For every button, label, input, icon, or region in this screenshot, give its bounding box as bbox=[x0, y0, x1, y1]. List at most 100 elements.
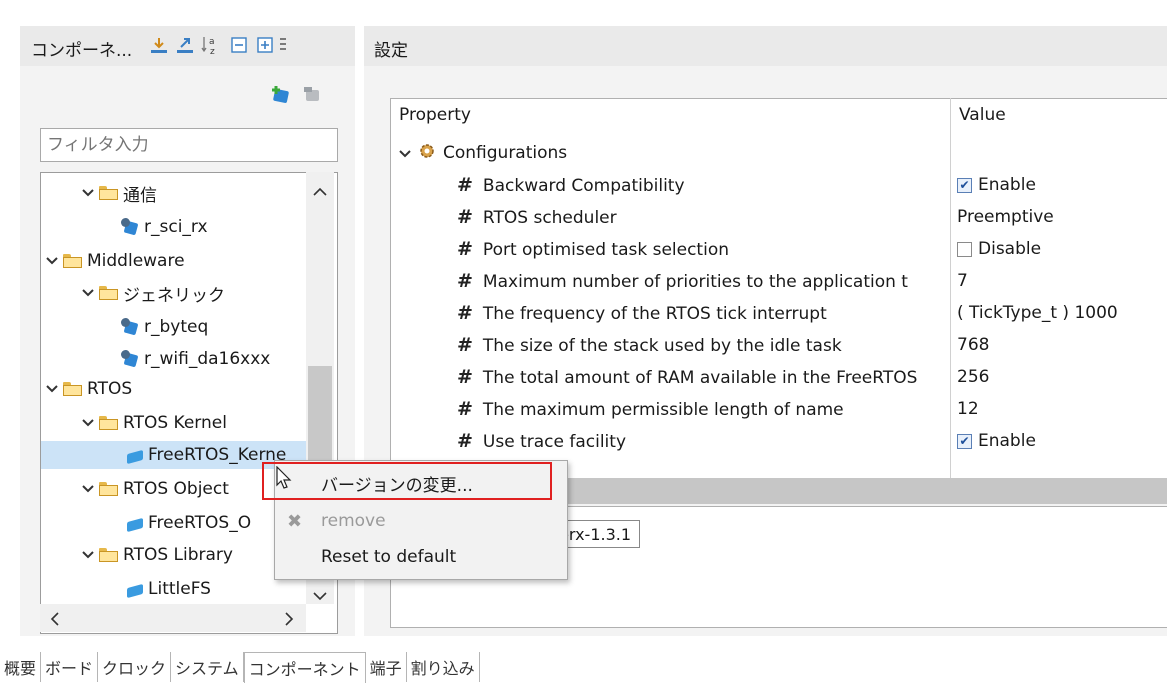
chevron-down-icon[interactable] bbox=[399, 143, 411, 163]
tree-item-folder[interactable]: RTOS Library bbox=[81, 541, 233, 569]
scroll-up-icon[interactable] bbox=[313, 182, 327, 201]
column-header-value: Value bbox=[959, 105, 1006, 125]
checkbox-unchecked[interactable] bbox=[957, 241, 972, 257]
chevron-down-icon[interactable] bbox=[45, 254, 59, 268]
svg-text:z: z bbox=[210, 47, 215, 55]
folder-icon bbox=[99, 285, 119, 301]
table-header: Property Value bbox=[391, 99, 1167, 131]
checkbox-checked[interactable]: ✔ bbox=[957, 177, 972, 193]
property-value: 12 bbox=[957, 399, 979, 419]
components-panel-header: コンポーネ... az bbox=[20, 26, 355, 66]
tree-item-folder[interactable]: RTOS bbox=[45, 375, 132, 403]
chevron-down-icon[interactable] bbox=[81, 482, 95, 496]
chevron-down-icon[interactable] bbox=[81, 416, 95, 430]
tree-item-label: RTOS Object bbox=[123, 479, 229, 499]
tree-item-label: RTOS bbox=[87, 379, 133, 399]
tree-item-folder[interactable]: RTOS Kernel bbox=[81, 409, 227, 437]
property-row[interactable]: # Port optimised task selection Disable bbox=[391, 233, 1167, 265]
property-table[interactable]: Property Value Configurations # Backward … bbox=[390, 98, 1167, 480]
scroll-left-icon[interactable] bbox=[50, 611, 60, 630]
more-icon[interactable] bbox=[276, 34, 290, 56]
folder-icon bbox=[63, 253, 83, 269]
chevron-down-icon[interactable] bbox=[45, 382, 59, 396]
tab-board[interactable]: ボード bbox=[41, 652, 99, 682]
tab-system[interactable]: システム bbox=[171, 652, 244, 682]
property-label: Maximum number of priorities to the appl… bbox=[482, 272, 908, 292]
tree-item-component[interactable]: FreeRTOS_O bbox=[125, 509, 251, 537]
component-icon bbox=[125, 514, 143, 533]
property-label: RTOS scheduler bbox=[482, 208, 617, 228]
component-icon bbox=[121, 350, 139, 368]
tree-item-component[interactable]: LittleFS bbox=[125, 575, 211, 603]
tree-item-label: RTOS Library bbox=[123, 545, 233, 565]
settings-panel-header: 設定 bbox=[364, 26, 1167, 66]
components-panel-title: コンポーネ... bbox=[31, 41, 133, 61]
menu-item-reset-to-default[interactable]: Reset to default bbox=[275, 541, 567, 573]
tree-item-label: LittleFS bbox=[148, 579, 211, 599]
tree-item-component[interactable]: r_wifi_da16xxx bbox=[121, 345, 270, 373]
column-divider[interactable] bbox=[950, 98, 951, 478]
hash-icon: # bbox=[457, 430, 473, 452]
settings-panel-title: 設定 bbox=[374, 41, 408, 61]
scroll-right-icon[interactable] bbox=[284, 611, 294, 630]
export-icon[interactable] bbox=[174, 34, 196, 56]
property-label: The total amount of RAM available in the… bbox=[482, 368, 918, 388]
group-label: Configurations bbox=[443, 143, 568, 163]
property-value: Preemptive bbox=[957, 207, 1054, 227]
property-row[interactable]: # The frequency of the RTOS tick interrup… bbox=[391, 297, 1167, 329]
property-value: Disable bbox=[978, 239, 1042, 259]
sort-az-icon[interactable]: az bbox=[200, 34, 222, 56]
tree-item-label: 通信 bbox=[123, 185, 157, 206]
tree-item-label: r_byteq bbox=[144, 317, 209, 337]
folder-icon bbox=[99, 415, 119, 431]
column-header-property: Property bbox=[399, 105, 471, 125]
tree-scroll-thumb[interactable] bbox=[308, 366, 332, 474]
editor-tabs: 概要 ボード クロック システム コンポーネント 端子 割り込み bbox=[0, 652, 480, 684]
tab-components[interactable]: コンポーネント bbox=[243, 652, 366, 683]
tree-item-folder[interactable]: Middleware bbox=[45, 247, 185, 275]
hash-icon: # bbox=[457, 334, 473, 356]
property-label: Port optimised task selection bbox=[482, 240, 729, 260]
chevron-down-icon[interactable] bbox=[81, 548, 95, 562]
remove-x-icon: ✖ bbox=[287, 510, 303, 532]
tree-item-label: FreeRTOS_O bbox=[148, 513, 252, 533]
property-row[interactable]: # Maximum number of priorities to the app… bbox=[391, 265, 1167, 297]
menu-item-label: Reset to default bbox=[321, 547, 457, 567]
highlight-frame bbox=[262, 462, 552, 500]
tree-item-folder[interactable]: RTOS Object bbox=[81, 475, 229, 503]
group-row[interactable]: Configurations bbox=[391, 137, 1167, 169]
tab-pins[interactable]: 端子 bbox=[366, 652, 407, 682]
tab-overview[interactable]: 概要 bbox=[0, 652, 42, 682]
property-row[interactable]: # Backward Compatibility ✔ Enable bbox=[391, 169, 1167, 201]
tab-interrupts[interactable]: 割り込み bbox=[407, 652, 480, 682]
tree-item-component[interactable]: r_byteq bbox=[121, 313, 208, 341]
folder-icon bbox=[99, 547, 119, 563]
tree-item-label: Middleware bbox=[87, 251, 185, 271]
folder-icon bbox=[99, 481, 119, 497]
scroll-down-icon[interactable] bbox=[313, 586, 327, 605]
add-component-icon[interactable] bbox=[270, 84, 292, 108]
tab-clock[interactable]: クロック bbox=[98, 652, 172, 682]
expand-all-icon[interactable] bbox=[254, 34, 276, 56]
property-row[interactable]: # Use trace facility ✔ Enable bbox=[391, 425, 1167, 457]
menu-item-remove[interactable]: ✖ remove bbox=[275, 505, 567, 537]
tree-horizontal-scrollbar[interactable] bbox=[40, 604, 306, 632]
hash-icon: # bbox=[457, 206, 473, 228]
property-row[interactable]: # The total amount of RAM available in th… bbox=[391, 361, 1167, 393]
property-row[interactable]: # The maximum permissible length of name … bbox=[391, 393, 1167, 425]
property-row[interactable]: # The size of the stack used by the idle … bbox=[391, 329, 1167, 361]
chevron-down-icon[interactable] bbox=[81, 186, 95, 200]
property-value: ( TickType_t ) 1000 bbox=[957, 303, 1118, 323]
tree-item-folder[interactable]: ジェネリック bbox=[81, 279, 225, 307]
collapse-all-icon[interactable] bbox=[228, 34, 250, 56]
remove-component-icon[interactable] bbox=[303, 86, 323, 108]
chevron-down-icon[interactable] bbox=[81, 286, 95, 300]
property-row[interactable]: # RTOS scheduler Preemptive bbox=[391, 201, 1167, 233]
import-icon[interactable] bbox=[148, 34, 170, 56]
filter-input[interactable] bbox=[40, 128, 338, 162]
tree-item-component[interactable]: r_sci_rx bbox=[121, 213, 208, 241]
checkbox-checked[interactable]: ✔ bbox=[957, 433, 972, 449]
svg-text:a: a bbox=[209, 37, 215, 47]
property-value: 7 bbox=[957, 271, 968, 291]
tree-item-folder[interactable]: 通信 bbox=[81, 179, 157, 207]
